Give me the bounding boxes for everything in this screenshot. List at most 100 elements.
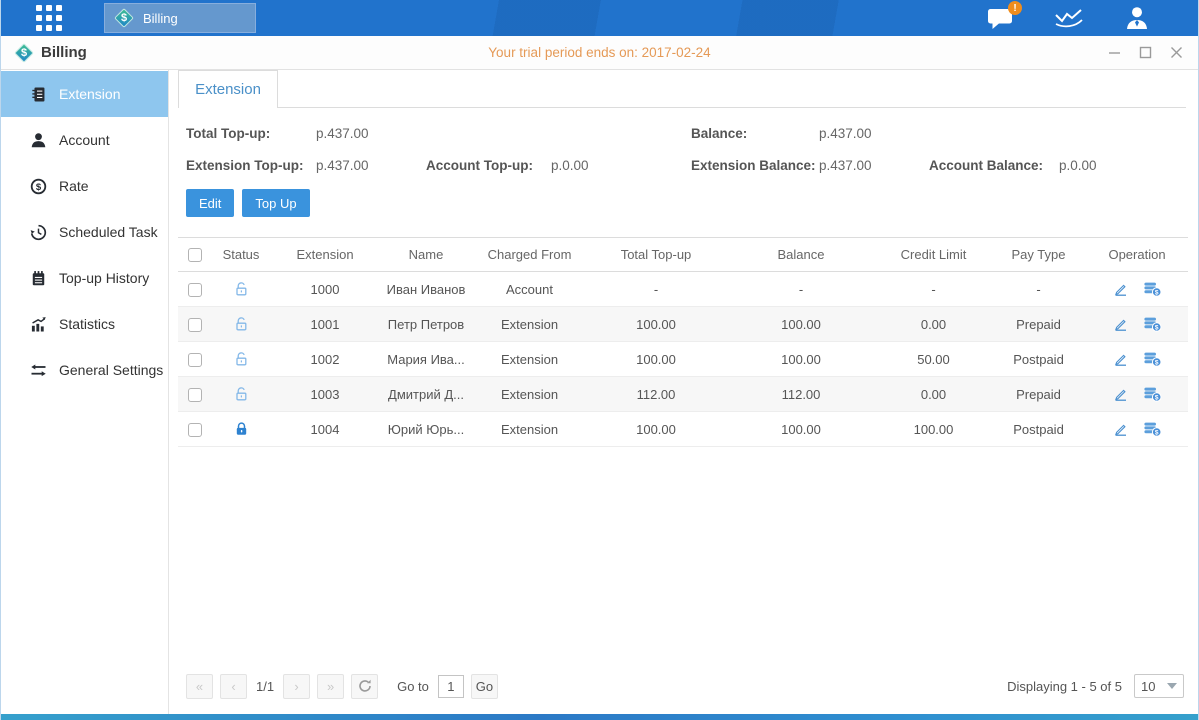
edit-pencil-icon[interactable] [1112, 351, 1129, 367]
clock-icon [30, 224, 47, 241]
sidebar-item-label: General Settings [59, 362, 163, 378]
top-up-button[interactable]: Top Up [242, 189, 309, 217]
pagination-bar: « ‹ 1/1 › » Go to Go Displaying 1 - 5 of… [178, 668, 1186, 714]
row-checkbox[interactable] [188, 283, 202, 297]
unlocked-icon [233, 281, 250, 298]
table-header-row: StatusExtensionNameCharged FromTotal Top… [178, 238, 1188, 272]
column-header: Pay Type [991, 238, 1086, 272]
window-body: ExtensionAccount$RateScheduled TaskTop-u… [1, 70, 1198, 714]
sidebar-item-extension[interactable]: Extension [1, 71, 168, 117]
edit-pencil-icon[interactable] [1112, 421, 1129, 437]
top-up-coins-icon[interactable]: $ [1143, 281, 1162, 297]
total-topup-cell: - [586, 272, 726, 307]
window-controls [1106, 45, 1184, 61]
minimize-icon[interactable] [1106, 45, 1122, 61]
status-cell [211, 377, 271, 412]
page-size-select[interactable]: 10 [1134, 674, 1184, 698]
operation-cell: $ [1086, 342, 1188, 377]
charged-from-cell: Extension [473, 412, 586, 447]
window-bottom-edge [1, 714, 1198, 720]
svg-text:$: $ [1155, 325, 1159, 332]
billing-app-window: { "colors": { "topbar": "#2173cc", "acce… [0, 0, 1199, 720]
sidebar-item-general-settings[interactable]: General Settings [1, 347, 168, 393]
go-button[interactable]: Go [471, 674, 498, 699]
user-account-icon[interactable] [1124, 6, 1150, 30]
select-all-checkbox[interactable] [188, 248, 202, 262]
sidebar-item-statistics[interactable]: Statistics [1, 301, 168, 347]
column-header: Name [379, 238, 473, 272]
operation-cell: $ [1086, 377, 1188, 412]
edit-pencil-icon[interactable] [1112, 386, 1129, 402]
top-up-coins-icon[interactable]: $ [1143, 351, 1162, 367]
topbar-tab-label: Billing [143, 11, 178, 26]
balance-value: p.437.00 [819, 126, 929, 141]
name-cell: Дмитрий Д... [379, 377, 473, 412]
close-icon[interactable] [1168, 45, 1184, 61]
column-header: Status [211, 238, 271, 272]
refresh-button[interactable] [351, 674, 378, 699]
extension-cell: 1000 [271, 272, 379, 307]
credit-limit-cell: 0.00 [876, 307, 991, 342]
edit-pencil-icon[interactable] [1112, 281, 1129, 297]
account-topup-value: p.0.00 [551, 158, 691, 173]
unlocked-icon [233, 386, 250, 403]
trial-notice: Your trial period ends on: 2017-02-24 [1, 45, 1198, 60]
total-topup-value: p.437.00 [316, 126, 426, 141]
ledger-icon [30, 86, 47, 103]
sidebar-item-topup-history[interactable]: Top-up History [1, 255, 168, 301]
tab-extension[interactable]: Extension [178, 70, 278, 108]
edit-button[interactable]: Edit [186, 189, 234, 217]
extension-cell: 1003 [271, 377, 379, 412]
operation-cell: $ [1086, 272, 1188, 307]
next-page-button[interactable]: › [283, 674, 310, 699]
window-title: $ Billing [14, 43, 87, 63]
balance-summary: Total Top-up: p.437.00 Balance: p.437.00… [178, 126, 1186, 173]
balance-cell: 100.00 [726, 412, 876, 447]
row-checkbox[interactable] [188, 388, 202, 402]
total-topup-cell: 112.00 [586, 377, 726, 412]
charged-from-cell: Account [473, 272, 586, 307]
topbar-billing-tab[interactable]: $ Billing [104, 3, 256, 33]
sidebar-item-label: Extension [59, 86, 120, 102]
sidebar-item-account[interactable]: Account [1, 117, 168, 163]
page-size-value: 10 [1141, 679, 1155, 694]
user-icon [30, 132, 47, 149]
row-checkbox[interactable] [188, 423, 202, 437]
stats-icon [30, 316, 47, 333]
goto-label: Go to [397, 679, 429, 694]
charged-from-cell: Extension [473, 377, 586, 412]
row-checkbox[interactable] [188, 353, 202, 367]
column-header: Charged From [473, 238, 586, 272]
checkbox-cell [178, 412, 211, 447]
action-buttons: Edit Top Up [178, 189, 1186, 217]
messages-icon[interactable]: ! [987, 6, 1014, 30]
pager-right: Displaying 1 - 5 of 5 10 [1007, 674, 1184, 698]
first-page-button[interactable]: « [186, 674, 213, 699]
edit-pencil-icon[interactable] [1112, 316, 1129, 332]
column-header: Total Top-up [586, 238, 726, 272]
extension-topup-value: p.437.00 [316, 158, 426, 173]
maximize-icon[interactable] [1137, 45, 1153, 61]
operation-cell: $ [1086, 307, 1188, 342]
app-grid-icon[interactable] [36, 5, 62, 31]
sidebar-item-label: Scheduled Task [59, 224, 158, 240]
balance-cell: - [726, 272, 876, 307]
prev-page-button[interactable]: ‹ [220, 674, 247, 699]
status-cell [211, 307, 271, 342]
reports-chart-icon[interactable] [1054, 6, 1084, 30]
sidebar-item-scheduled-task[interactable]: Scheduled Task [1, 209, 168, 255]
notification-badge: ! [1008, 1, 1022, 15]
sidebar-item-label: Top-up History [59, 270, 149, 286]
chevron-down-icon [1167, 683, 1177, 689]
credit-limit-cell: 50.00 [876, 342, 991, 377]
top-up-coins-icon[interactable]: $ [1143, 316, 1162, 332]
last-page-button[interactable]: » [317, 674, 344, 699]
top-up-coins-icon[interactable]: $ [1143, 386, 1162, 402]
sidebar-item-label: Statistics [59, 316, 115, 332]
row-checkbox[interactable] [188, 318, 202, 332]
sidebar-item-rate[interactable]: $Rate [1, 163, 168, 209]
top-up-coins-icon[interactable]: $ [1143, 421, 1162, 437]
goto-page-input[interactable] [438, 675, 464, 698]
total-topup-label: Total Top-up: [186, 126, 316, 141]
extension-cell: 1004 [271, 412, 379, 447]
